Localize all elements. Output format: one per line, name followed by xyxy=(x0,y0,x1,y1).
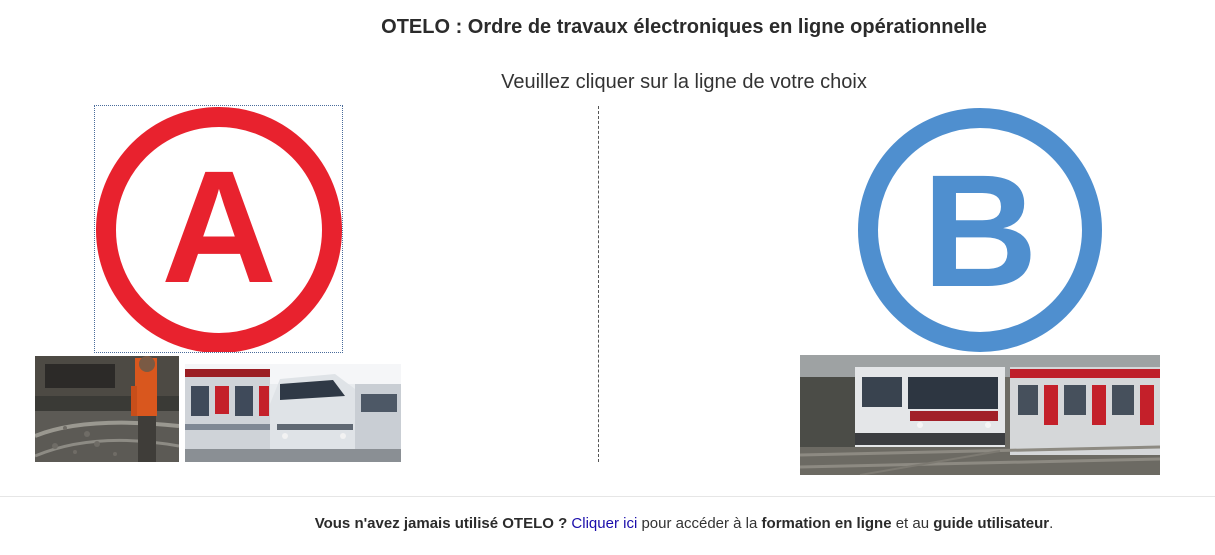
line-a-link[interactable]: A xyxy=(94,105,343,353)
footer-text-1: pour accéder à la xyxy=(637,515,762,532)
footer-question: Vous n'avez jamais utilisé OTELO ? xyxy=(314,515,568,532)
line-b-logo-icon: B xyxy=(858,108,1102,352)
training-link[interactable]: Cliquer ici xyxy=(571,515,637,532)
page: OTELO : Ordre de travaux électroniques e… xyxy=(0,0,1215,555)
page-title: OTELO : Ordre de travaux électroniques e… xyxy=(381,16,987,38)
footer-formation: formation en ligne xyxy=(761,515,892,532)
footer-end: . xyxy=(1049,515,1054,532)
track-worker-photo xyxy=(35,356,179,462)
line-b-link[interactable]: B xyxy=(856,106,1104,354)
line-a-letter: A xyxy=(161,137,277,316)
footer-help: Vous n'avez jamais utilisé OTELO ? Cliqu… xyxy=(0,515,1215,532)
page-instruction: Veuillez cliquer sur la ligne de votre c… xyxy=(501,71,867,93)
line-b-trains-photo xyxy=(800,355,1160,475)
line-b-letter: B xyxy=(922,141,1038,320)
line-a-trains-photo xyxy=(185,364,401,462)
footer-guide: guide utilisateur xyxy=(933,515,1050,532)
line-a-logo-icon: A xyxy=(96,107,342,352)
footer-text-2: et au xyxy=(891,515,934,532)
footer-divider xyxy=(0,496,1215,497)
column-divider xyxy=(598,106,599,462)
